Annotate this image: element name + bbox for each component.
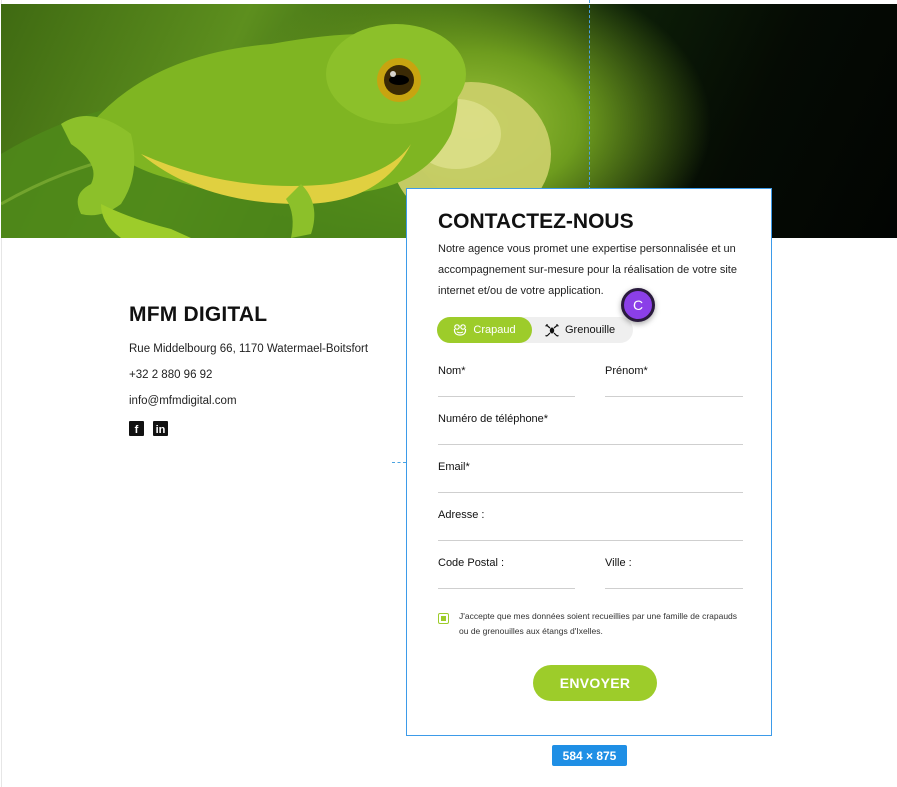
telephone-field[interactable]: Numéro de téléphone* [438,413,743,445]
company-info: MFM DIGITAL Rue Middelbourg 66, 1170 Wat… [129,303,368,436]
toad-icon [454,324,467,336]
company-address: Rue Middelbourg 66, 1170 Watermael-Boits… [129,343,369,355]
prenom-label: Prénom* [605,365,648,377]
toggle-option-crapaud[interactable]: Crapaud [437,317,532,343]
company-email[interactable]: info@mfmdigital.com [129,395,368,408]
alignment-guide-vertical [589,0,590,190]
collaborator-avatar[interactable]: C [621,288,655,322]
alignment-guide-horizontal [392,462,406,463]
form-description: Notre agence vous promet une expertise p… [438,243,737,297]
ville-field[interactable]: Ville : [605,557,743,589]
consent-checkbox[interactable] [438,613,449,624]
submit-button[interactable]: ENVOYER [533,665,657,701]
nom-field[interactable]: Nom* [438,365,575,397]
company-phone[interactable]: +32 2 880 96 92 [129,369,368,382]
adresse-field[interactable]: Adresse : [438,509,743,541]
code-postal-label: Code Postal : [438,557,505,569]
linkedin-icon[interactable]: in [153,421,168,436]
toggle-label-crapaud: Crapaud [473,324,516,336]
checkbox-check-icon [441,616,446,621]
facebook-icon[interactable]: f [129,421,144,436]
species-toggle[interactable]: Crapaud Grenouille [437,317,633,343]
consent-text: J'accepte que mes données soient recueil… [459,611,738,636]
social-links: f in [129,421,368,436]
prenom-field[interactable]: Prénom* [605,365,743,397]
dimensions-badge: 584 × 875 [552,745,627,766]
nom-label: Nom* [438,365,466,377]
email-label: Email* [438,461,470,473]
telephone-label: Numéro de téléphone* [438,413,549,425]
code-postal-field[interactable]: Code Postal : [438,557,575,589]
adresse-label: Adresse : [438,509,485,521]
ville-label: Ville : [605,557,632,569]
form-title: CONTACTEZ-NOUS [438,210,634,233]
contact-form-card[interactable]: CONTACTEZ-NOUS Notre agence vous promet … [406,188,772,736]
company-name: MFM DIGITAL [129,303,268,326]
toggle-option-grenouille[interactable]: Grenouille [545,317,615,343]
toggle-label-grenouille: Grenouille [565,324,616,336]
frog-icon [545,323,559,337]
email-field[interactable]: Email* [438,461,743,493]
